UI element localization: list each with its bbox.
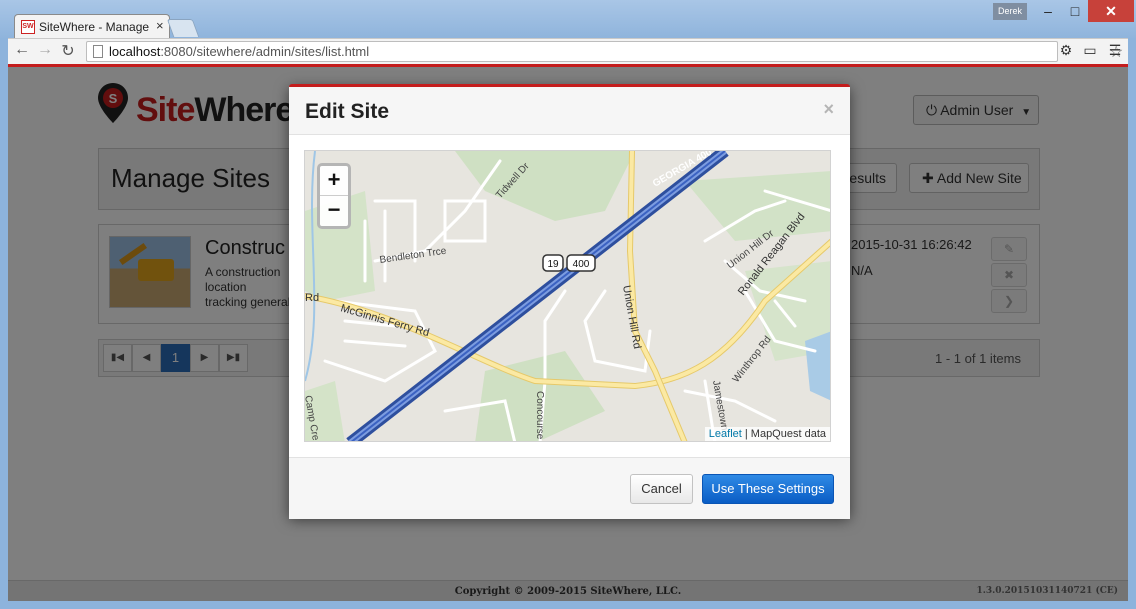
browser-toolbar: ← → ↻ localhost:8080/sitewhere/admin/sit… [8,38,1128,64]
map-label-rd: Rd [305,292,319,304]
cast-icon[interactable]: ▭ [1081,42,1099,59]
leaflet-link[interactable]: Leaflet [709,428,742,440]
page-icon [93,45,103,58]
map-attribution: Leaflet | MapQuest data [704,427,830,441]
browser-window: SW SiteWhere - Manage × Derek – □ ✕ ← → … [0,0,1136,609]
use-settings-button[interactable]: Use These Settings [702,474,834,504]
url-text: localhost:8080/sitewhere/admin/sites/lis… [109,44,370,59]
route-shields: 19 400 [542,254,596,272]
tab-close-icon[interactable]: × [156,18,164,33]
reload-icon[interactable]: ↻ [58,41,78,61]
menu-icon[interactable]: ☰ [1106,42,1124,59]
title-bar: SW SiteWhere - Manage × Derek – □ ✕ [0,0,1136,38]
zoom-in-button[interactable]: + [320,166,348,196]
window-close-icon[interactable]: ✕ [1088,0,1134,22]
map-label-bendleton: Bendleton Trce [379,246,448,266]
maximize-icon[interactable]: □ [1061,0,1089,22]
gear-icon[interactable]: ⚙ [1057,42,1075,59]
zoom-control: + − [317,163,351,229]
cancel-button[interactable]: Cancel [630,474,693,504]
map-label-union-hill-rd: Union Hill Rd [620,284,643,349]
address-bar[interactable]: localhost:8080/sitewhere/admin/sites/lis… [86,41,1123,62]
zoom-out-button[interactable]: − [320,196,348,226]
shield-19-label: 19 [547,259,559,270]
sitewhere-favicon-icon: SW [21,20,35,34]
map-label-winthrop: Winthrop Rd [731,334,774,385]
new-tab-button[interactable] [166,19,200,37]
browser-tab[interactable]: SW SiteWhere - Manage × [14,14,170,38]
map-tiles: 19 400 GEORGIA 400 Tidwell Dr Bendleton … [305,151,830,441]
edit-site-dialog: Edit Site × 19 400 GEORGIA 400 Tidwell D… [289,84,850,519]
shield-400-label: 400 [573,259,590,270]
forward-arrow-icon[interactable]: → [35,41,55,59]
browser-user-badge[interactable]: Derek [993,3,1027,20]
tab-title: SiteWhere - Manage [39,20,150,34]
dialog-header: Edit Site × [289,87,850,135]
dialog-footer: Cancel Use These Settings [289,457,850,519]
back-arrow-icon[interactable]: ← [12,41,32,59]
site-map[interactable]: 19 400 GEORGIA 400 Tidwell Dr Bendleton … [304,150,831,442]
dialog-close-icon[interactable]: × [823,99,834,120]
map-label-concourse: Concourse [534,391,545,440]
dialog-title: Edit Site [305,100,390,123]
minimize-icon[interactable]: – [1034,0,1062,22]
